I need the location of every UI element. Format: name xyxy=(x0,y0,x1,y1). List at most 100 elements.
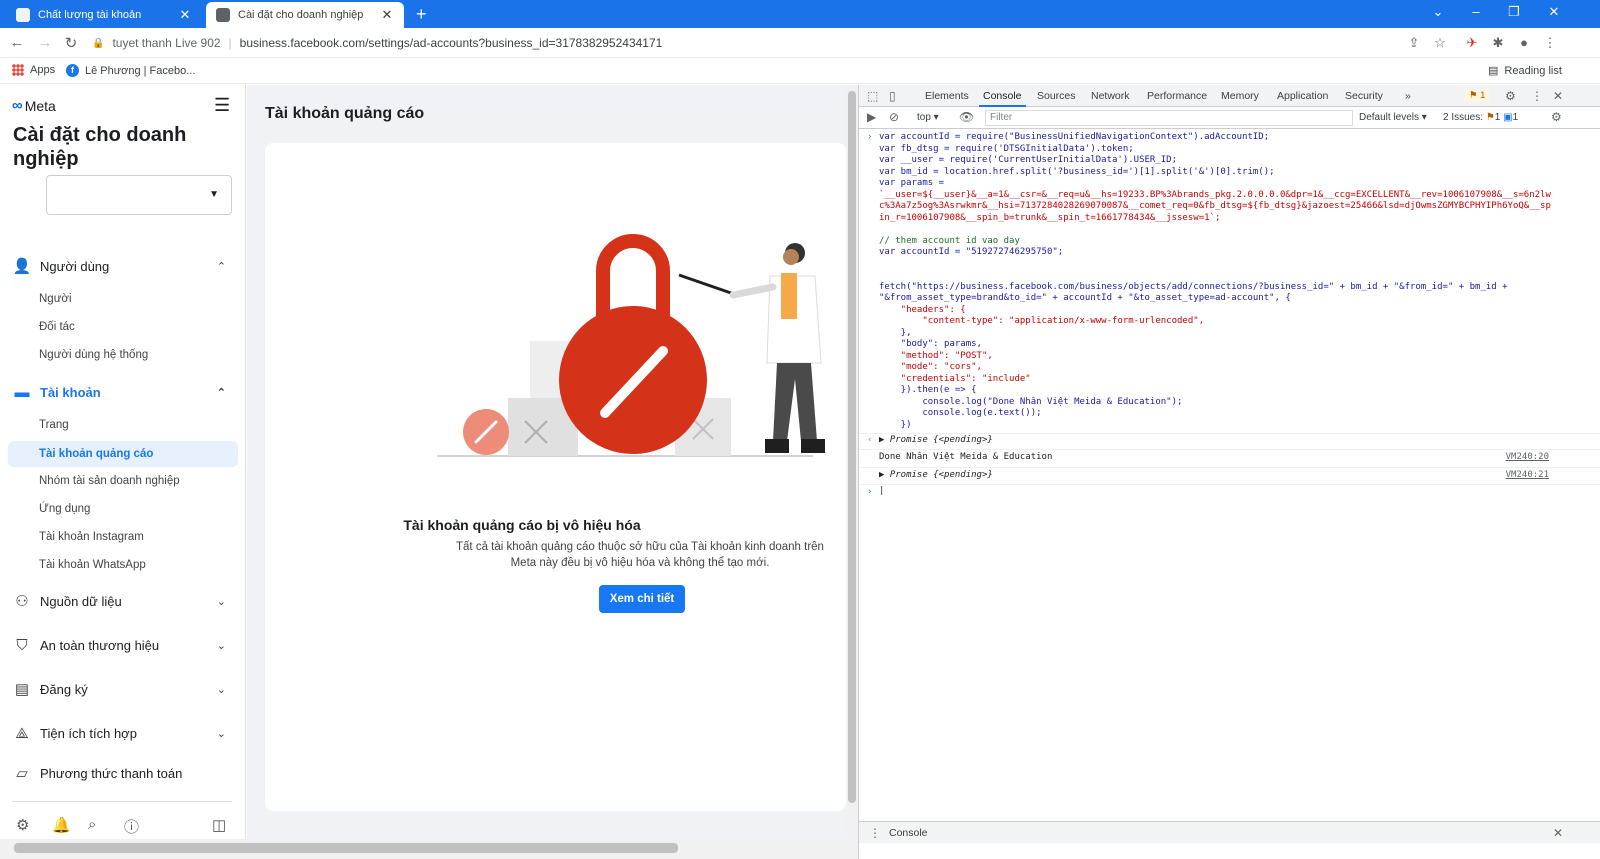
bookmark-facebook[interactable]: f Lê Phương | Facebo... xyxy=(66,64,195,77)
live-expression-eye-icon[interactable]: 👁 xyxy=(959,110,974,124)
integrations-icon: ⟁ xyxy=(15,724,29,742)
console-input-caret[interactable]: | xyxy=(879,486,884,498)
nav-section-data-sources[interactable]: ⚇ Nguồn dữ liệu ⌄ xyxy=(12,591,226,611)
devtools-settings-icon[interactable]: ⚙ xyxy=(1505,89,1516,103)
code-line: console.log(e.text()); xyxy=(879,408,1042,418)
nav-item-apps[interactable]: Ứng dụng xyxy=(39,503,90,515)
nav-section-users[interactable]: 👤 Người dùng ⌃ xyxy=(12,256,226,276)
nav-item-partners[interactable]: Đối tác xyxy=(39,321,75,333)
nav-section-label: Phương thức thanh toán xyxy=(40,765,183,781)
scrollbar-thumb[interactable] xyxy=(14,843,678,853)
notifications-bell-icon[interactable]: 🔔 xyxy=(52,816,71,834)
devtools-tab-bar: ⬚ ▯ Elements Console Sources Network Per… xyxy=(859,85,1600,107)
reading-list-button[interactable]: ▤ Reading list xyxy=(1488,64,1562,78)
browser-menu-icon[interactable]: ⋮ xyxy=(1542,35,1558,51)
view-details-button[interactable]: Xem chi tiết xyxy=(599,585,685,613)
main-vertical-scrollbar[interactable] xyxy=(846,85,858,839)
restore-icon[interactable]: ❐ xyxy=(1504,4,1524,20)
source-link[interactable]: VM240:21 xyxy=(1506,470,1549,482)
close-drawer-icon[interactable]: ✕ xyxy=(1553,826,1563,840)
nav-item-people[interactable]: Người xyxy=(39,293,72,305)
reading-list-label: Reading list xyxy=(1504,64,1562,77)
nav-section-integrations[interactable]: ⟁ Tiện ích tích hợp ⌄ xyxy=(12,723,226,743)
nav-item-ad-accounts[interactable]: Tài khoản quảng cáo xyxy=(8,441,238,467)
scrollbar-thumb[interactable] xyxy=(848,91,856,803)
main-horizontal-scrollbar[interactable] xyxy=(0,839,858,859)
help-icon[interactable]: ⓘ xyxy=(124,816,139,837)
settings-gear-icon[interactable]: ⚙ xyxy=(16,816,29,834)
business-selector[interactable]: ▼ xyxy=(46,175,232,215)
devtools-menu-icon[interactable]: ⋮ xyxy=(1531,89,1543,103)
devtools-tab-sources[interactable]: Sources xyxy=(1037,90,1076,102)
inspect-element-icon[interactable]: ⬚ xyxy=(867,89,878,103)
promise-result[interactable]: ▶ Promise {<pending>} xyxy=(879,470,993,482)
devtools-tab-elements[interactable]: Elements xyxy=(925,90,969,102)
nav-section-brand-safety[interactable]: ⛉ An toàn thương hiệu ⌄ xyxy=(12,635,226,655)
devtools-tab-security[interactable]: Security xyxy=(1345,90,1383,102)
empty-state-description: Tất cả tài khoản quảng cáo thuộc sở hữu … xyxy=(456,541,824,569)
more-tabs-icon[interactable]: » xyxy=(1405,90,1411,102)
drawer-tab-console[interactable]: Console xyxy=(889,827,928,839)
issues-warning-count: 1 xyxy=(1494,112,1501,123)
nav-item-system-users[interactable]: Người dùng hệ thống xyxy=(39,349,148,361)
console-output[interactable]: › var accountId = require("BusinessUnifi… xyxy=(859,129,1600,819)
new-tab-button[interactable]: + xyxy=(416,4,427,24)
close-devtools-icon[interactable]: ✕ xyxy=(1553,89,1563,103)
extensions-puzzle-icon[interactable]: ✱ xyxy=(1490,35,1506,51)
code-line: "headers": { xyxy=(879,304,966,315)
nav-section-payment-methods[interactable]: ▱ Phương thức thanh toán xyxy=(12,763,226,783)
bookmark-apps[interactable]: Apps xyxy=(12,64,55,76)
tab-account-quality[interactable]: Chất lượng tài khoản ✕ xyxy=(6,2,202,28)
share-icon[interactable]: ⇪ xyxy=(1406,35,1422,51)
close-window-icon[interactable]: ✕ xyxy=(1544,4,1564,20)
log-levels-dropdown[interactable]: Default levels ▾ xyxy=(1359,112,1427,123)
extension-icon[interactable]: ✈ xyxy=(1464,35,1480,51)
code-line: }) xyxy=(879,419,912,430)
promise-result[interactable]: ▶ Promise {<pending>} xyxy=(879,435,993,447)
devtools-tab-application[interactable]: Application xyxy=(1277,90,1328,102)
context-selector[interactable]: top ▾ xyxy=(917,112,939,123)
nav-item-business-asset-groups[interactable]: Nhóm tài sản doanh nghiệp xyxy=(39,475,180,487)
bookmark-star-icon[interactable]: ☆ xyxy=(1432,35,1448,51)
input-prompt-icon: › xyxy=(867,487,873,497)
minimize-icon[interactable]: – xyxy=(1466,4,1486,19)
devtools-tab-memory[interactable]: Memory xyxy=(1221,90,1259,102)
code-line: `__user=${__user}&__a=1&__csr=&__req=u&_… xyxy=(879,189,1551,200)
close-tab-icon[interactable]: ✕ xyxy=(178,7,192,23)
hamburger-menu-icon[interactable]: ☰ xyxy=(214,95,230,116)
console-filter-input[interactable]: Filter xyxy=(985,110,1353,126)
address-bar[interactable]: 🔒 tuyet thanh Live 902 | business.facebo… xyxy=(92,31,1452,55)
code-line: fetch("https://business.facebook.com/bus… xyxy=(879,281,1508,292)
devtools-tab-console[interactable]: Console xyxy=(979,90,1026,107)
nav-item-instagram-accounts[interactable]: Tài khoản Instagram xyxy=(39,531,144,543)
clear-console-icon[interactable]: ⊘ xyxy=(889,110,899,124)
meta-logo[interactable]: ∞ Meta xyxy=(12,97,56,114)
devtools-tab-performance[interactable]: Performance xyxy=(1147,90,1207,102)
search-icon[interactable]: ⌕ xyxy=(88,816,96,833)
reload-icon[interactable]: ↻ xyxy=(62,34,80,52)
console-settings-icon[interactable]: ⚙ xyxy=(1551,110,1562,124)
lock-icon: 🔒 xyxy=(92,37,105,49)
tab-business-settings[interactable]: Cài đặt cho doanh nghiệp ✕ xyxy=(206,2,404,28)
facebook-icon: f xyxy=(66,64,79,77)
nav-item-whatsapp-accounts[interactable]: Tài khoản WhatsApp xyxy=(39,559,146,571)
warning-badge[interactable]: ⚑ 1 xyxy=(1465,89,1490,102)
source-link[interactable]: VM240:20 xyxy=(1506,452,1549,464)
back-icon[interactable]: ← xyxy=(8,34,26,51)
warning-flag-icon: ⚑ xyxy=(1469,90,1481,101)
tab-search-icon[interactable]: ⌄ xyxy=(1428,4,1448,20)
devtools-tab-network[interactable]: Network xyxy=(1091,90,1130,102)
forward-icon[interactable]: → xyxy=(36,34,54,51)
profile-avatar-icon[interactable]: ● xyxy=(1516,35,1532,50)
drawer-menu-icon[interactable]: ⋮ xyxy=(869,826,881,840)
code-line: var fb_dtsg = require('DTSGInitialData')… xyxy=(879,143,1134,154)
toggle-panel-icon[interactable]: ◫ xyxy=(212,816,226,834)
close-tab-icon[interactable]: ✕ xyxy=(380,7,394,23)
sidebar-toggle-icon[interactable]: ▶ xyxy=(867,110,876,124)
nav-section-accounts[interactable]: ▬ Tài khoản ⌃ xyxy=(12,382,227,402)
device-toolbar-icon[interactable]: ▯ xyxy=(889,89,896,103)
payment-icon: ▱ xyxy=(16,765,28,782)
nav-item-pages[interactable]: Trang xyxy=(39,419,69,431)
nav-section-registrations[interactable]: ▤ Đăng ký ⌄ xyxy=(12,679,226,699)
issues-button[interactable]: 2 Issues: ⚑1 ▣1 xyxy=(1443,112,1518,123)
